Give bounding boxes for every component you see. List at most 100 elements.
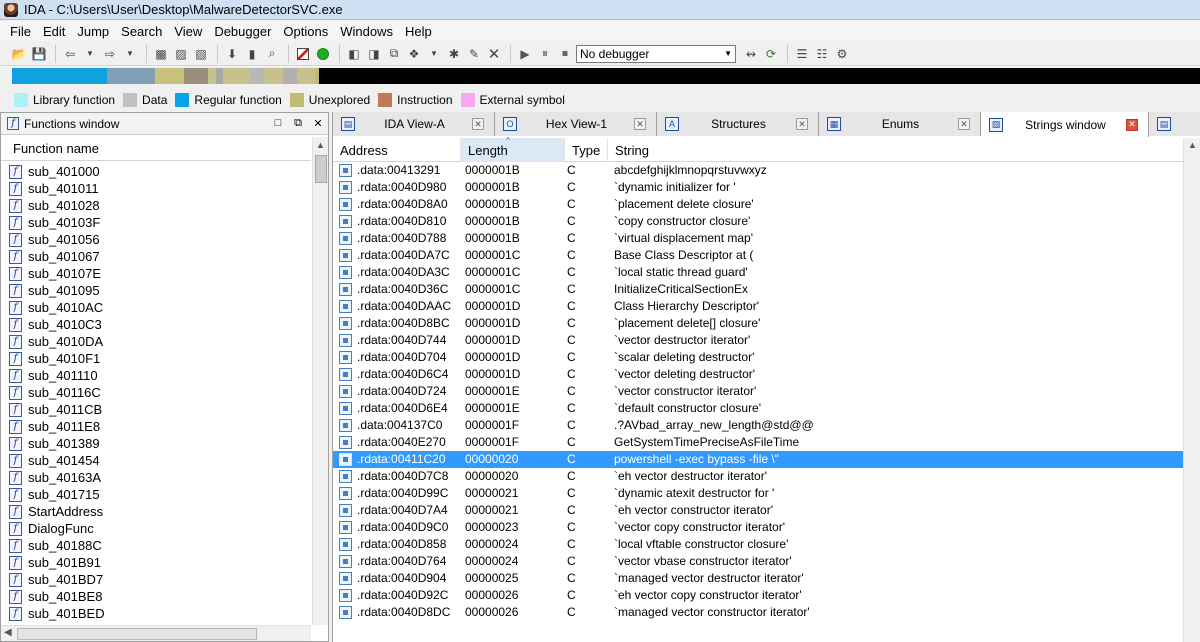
function-list-item[interactable]: f sub_4010C3 bbox=[9, 316, 309, 333]
function-list-item[interactable]: f sub_401110 bbox=[9, 367, 309, 384]
close-icon[interactable]: ✕ bbox=[472, 118, 484, 130]
jump-down-icon[interactable]: ⬇ bbox=[223, 45, 241, 63]
menu-jump[interactable]: Jump bbox=[71, 24, 115, 39]
dropdown-arrow-icon[interactable]: ▼ bbox=[81, 45, 99, 63]
string-row-selected[interactable]: .rdata:00411C20 00000020 Cpowershell -exec… bbox=[333, 451, 1183, 468]
column-header-string[interactable]: String bbox=[608, 138, 1183, 162]
patch-icon[interactable]: ✱ bbox=[445, 45, 463, 63]
xref-icon[interactable]: ⧉ bbox=[385, 45, 403, 63]
menu-options[interactable]: Options bbox=[277, 24, 334, 39]
function-list-item[interactable]: f sub_401389 bbox=[9, 435, 309, 452]
scroll-left-icon[interactable]: ◀ bbox=[4, 627, 12, 638]
refresh-icon[interactable]: ⟳ bbox=[762, 45, 780, 63]
string-row[interactable]: .rdata:0040D6C4 0000001D C `vector deleting… bbox=[333, 366, 1183, 383]
struct-icon[interactable]: ◧ bbox=[345, 45, 363, 63]
search-icon[interactable]: ⌕ bbox=[263, 45, 281, 63]
menu-windows[interactable]: Windows bbox=[334, 24, 399, 39]
string-row[interactable]: .rdata:0040D980 0000001B C `dynamic initial… bbox=[333, 179, 1183, 196]
column-header-length[interactable]: ^ Length bbox=[461, 136, 565, 162]
debugger-select[interactable]: No debugger ▼ bbox=[576, 44, 736, 63]
scrollbar-thumb[interactable] bbox=[315, 155, 327, 183]
function-list-item[interactable]: f sub_401BED bbox=[9, 605, 309, 622]
forward-arrow-icon[interactable]: ⇨ bbox=[101, 45, 119, 63]
string-row[interactable]: .rdata:0040D704 0000001D C `scalar deleting… bbox=[333, 349, 1183, 366]
string-row[interactable]: .rdata:0040D92C 00000026 C `eh vector copy … bbox=[333, 587, 1183, 604]
text-search-icon[interactable]: ▨ bbox=[172, 45, 190, 63]
open-folder-icon[interactable]: 📂 bbox=[10, 45, 28, 63]
function-list-item[interactable]: f sub_401067 bbox=[9, 248, 309, 265]
menu-edit[interactable]: Edit bbox=[37, 24, 71, 39]
column-header-type[interactable]: Type bbox=[565, 138, 608, 162]
string-row[interactable]: .rdata:0040D744 0000001D C `vector destruct… bbox=[333, 332, 1183, 349]
breakpoint-list-icon[interactable]: ☰ bbox=[793, 45, 811, 63]
function-list-item[interactable]: f sub_4011CB bbox=[9, 401, 309, 418]
function-list-item[interactable]: f sub_401011 bbox=[9, 180, 309, 197]
string-row[interactable]: .rdata:0040D6E4 0000001E C `default constru… bbox=[333, 400, 1183, 417]
vertical-scrollbar[interactable]: ▲ bbox=[1183, 138, 1200, 642]
binary-search-icon[interactable]: ▩ bbox=[152, 45, 170, 63]
menu-help[interactable]: Help bbox=[399, 24, 438, 39]
string-row[interactable]: .rdata:0040E270 0000001F C GetSystemTimePre… bbox=[333, 434, 1183, 451]
string-row[interactable]: .rdata:0040D7A4 00000021 C `eh vector const… bbox=[333, 502, 1183, 519]
close-icon[interactable]: ✕ bbox=[1126, 118, 1138, 131]
function-list-item[interactable]: f sub_401B91 bbox=[9, 554, 309, 571]
string-row[interactable]: .rdata:0040D788 0000001B C `virtual displac… bbox=[333, 230, 1183, 247]
string-row[interactable]: .data:00413291 0000001B Cabcdefghijklmnopq… bbox=[333, 162, 1183, 179]
minimize-icon[interactable]: □ bbox=[268, 117, 288, 130]
tracing-icon[interactable]: ☷ bbox=[813, 45, 831, 63]
function-list-item[interactable]: f sub_40163A bbox=[9, 469, 309, 486]
scroll-up-icon[interactable]: ▲ bbox=[1188, 140, 1197, 150]
string-row[interactable]: .rdata:0040DAAC 0000001D C Class Hierarchy… bbox=[333, 298, 1183, 315]
function-name-column-header[interactable]: Function name bbox=[1, 137, 311, 161]
string-row[interactable]: .rdata:0040D904 00000025 C `managed vector … bbox=[333, 570, 1183, 587]
close-icon[interactable]: ✕ bbox=[308, 117, 328, 130]
function-list-item[interactable]: f sub_40116C bbox=[9, 384, 309, 401]
function-list-item[interactable]: f sub_4010DA bbox=[9, 333, 309, 350]
horizontal-scrollbar[interactable]: ◀ bbox=[1, 625, 311, 641]
menu-search[interactable]: Search bbox=[115, 24, 168, 39]
string-row[interactable]: .rdata:0040D8DC 00000026 C `managed vector … bbox=[333, 604, 1183, 621]
function-list-item[interactable]: f sub_40188C bbox=[9, 537, 309, 554]
edit-icon[interactable]: ✎ bbox=[465, 45, 483, 63]
string-row[interactable]: .data:004137C0 0000001F C .?AVbad_array_new… bbox=[333, 417, 1183, 434]
tab-strings-window[interactable]: ▧ Strings window ✕ bbox=[981, 112, 1149, 137]
function-list-item[interactable]: f sub_4010F1 bbox=[9, 350, 309, 367]
function-list-item[interactable]: f sub_401BE8 bbox=[9, 588, 309, 605]
function-list-item[interactable]: f sub_401056 bbox=[9, 231, 309, 248]
delete-icon[interactable]: ✕ bbox=[485, 45, 503, 63]
string-row[interactable]: .rdata:0040D810 0000001B C `copy constructo… bbox=[333, 213, 1183, 230]
function-list-item[interactable]: f sub_401095 bbox=[9, 282, 309, 299]
column-header-address[interactable]: Address bbox=[333, 138, 461, 162]
vertical-scrollbar[interactable]: ▲ bbox=[312, 137, 328, 625]
menu-file[interactable]: File bbox=[4, 24, 37, 39]
start-icon[interactable] bbox=[314, 45, 332, 63]
function-list-item[interactable]: f StartAddress bbox=[9, 503, 309, 520]
menu-debugger[interactable]: Debugger bbox=[208, 24, 277, 39]
function-list-item[interactable]: f sub_4011E8 bbox=[9, 418, 309, 435]
string-row[interactable]: .rdata:0040D8BC 0000001D C `placement delet… bbox=[333, 315, 1183, 332]
dropdown-arrow-icon[interactable]: ▼ bbox=[425, 45, 443, 63]
graph-overview-icon[interactable] bbox=[294, 45, 312, 63]
tab-ida-view-a[interactable]: ▤ IDA View-A ✕ bbox=[333, 112, 495, 136]
function-list-item[interactable]: f sub_40107E bbox=[9, 265, 309, 282]
string-row[interactable]: .rdata:0040D764 00000024 C `vector vbase co… bbox=[333, 553, 1183, 570]
function-list-item[interactable]: f sub_401715 bbox=[9, 486, 309, 503]
save-icon[interactable]: 💾 bbox=[30, 45, 48, 63]
string-row[interactable]: .rdata:0040DA7C 0000001C C Base Class Desc… bbox=[333, 247, 1183, 264]
scrollbar-thumb[interactable] bbox=[17, 628, 257, 640]
string-row[interactable]: .rdata:0040D7C8 00000020 C `eh vector destr… bbox=[333, 468, 1183, 485]
function-list-item[interactable]: f sub_401028 bbox=[9, 197, 309, 214]
string-row[interactable]: .rdata:0040D8A0 0000001B C `placement delet… bbox=[333, 196, 1183, 213]
function-list-item[interactable]: f sub_4010AC bbox=[9, 299, 309, 316]
close-icon[interactable]: ✕ bbox=[634, 118, 646, 130]
string-row[interactable]: .rdata:0040D9C0 00000023 C `vector copy con… bbox=[333, 519, 1183, 536]
float-icon[interactable]: ⧉ bbox=[288, 117, 308, 130]
pause-icon[interactable]: ⏸ bbox=[536, 45, 554, 63]
enum-icon[interactable]: ◨ bbox=[365, 45, 383, 63]
pin-icon[interactable]: ❖ bbox=[405, 45, 423, 63]
close-icon[interactable]: ✕ bbox=[796, 118, 808, 130]
function-list-item[interactable]: f sub_401BD7 bbox=[9, 571, 309, 588]
stop-icon[interactable]: ⏹ bbox=[556, 45, 574, 63]
tab-structures[interactable]: A Structures ✕ bbox=[657, 112, 819, 136]
dropdown-arrow-icon[interactable]: ▼ bbox=[121, 45, 139, 63]
